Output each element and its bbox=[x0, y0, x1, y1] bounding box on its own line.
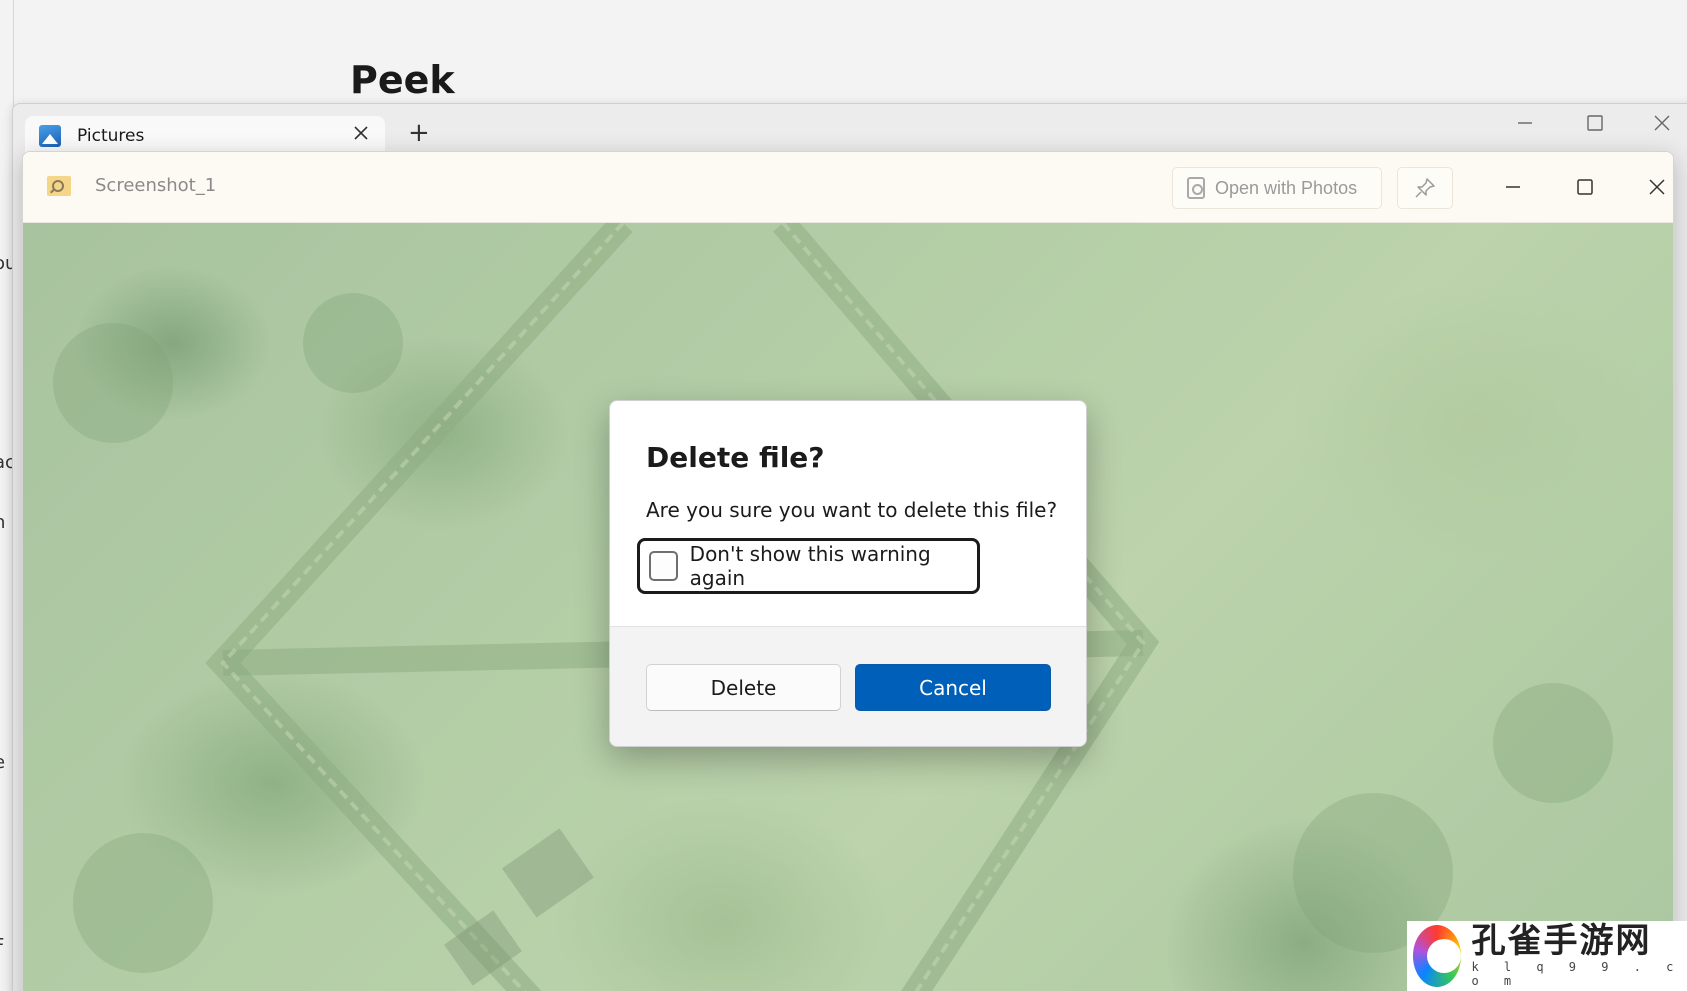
close-icon[interactable] bbox=[353, 125, 369, 146]
watermark-title: 孔雀手游网 bbox=[1471, 921, 1652, 962]
delete-file-dialog: Delete file? Are you sure you want to de… bbox=[609, 400, 1087, 747]
minimize-icon[interactable] bbox=[1516, 114, 1534, 137]
cancel-button[interactable]: Cancel bbox=[855, 664, 1051, 711]
dialog-title: Delete file? bbox=[646, 441, 825, 474]
checkbox-box[interactable] bbox=[649, 551, 678, 581]
maximize-icon[interactable] bbox=[1586, 114, 1604, 137]
watermark: 孔雀手游网 k l q 9 9 . c o m bbox=[1407, 921, 1687, 991]
tab-pictures[interactable]: Pictures bbox=[25, 116, 385, 156]
delete-button[interactable]: Delete bbox=[646, 664, 841, 711]
watermark-subtitle: k l q 9 9 . c o m bbox=[1471, 959, 1683, 988]
checkbox-label: Don't show this warning again bbox=[689, 542, 931, 590]
open-with-photos-label: Open with Photos bbox=[1215, 177, 1358, 198]
dialog-footer: Delete Cancel bbox=[610, 626, 1086, 746]
tab-label: Pictures bbox=[77, 126, 145, 146]
pin-button[interactable] bbox=[1397, 167, 1453, 209]
background-text-fragment: F bbox=[0, 935, 4, 956]
watermark-logo-icon bbox=[1413, 925, 1462, 987]
peek-titlebar: Screenshot_1 Open with Photos bbox=[23, 152, 1673, 223]
background-text-fragment: - bbox=[0, 565, 1, 586]
new-tab-button[interactable]: + bbox=[408, 120, 430, 146]
peek-app-icon bbox=[47, 176, 71, 196]
dont-show-again-checkbox[interactable]: Don't show this warning again bbox=[637, 538, 980, 594]
background-text-fragment: n bbox=[0, 512, 5, 533]
dialog-message: Are you sure you want to delete this fil… bbox=[646, 498, 1058, 522]
maximize-icon[interactable] bbox=[1563, 169, 1607, 205]
pin-icon bbox=[1415, 178, 1435, 198]
photos-app-icon bbox=[1187, 177, 1205, 199]
close-icon[interactable] bbox=[1635, 169, 1673, 205]
close-icon[interactable] bbox=[1653, 114, 1671, 137]
open-with-photos-button[interactable]: Open with Photos bbox=[1172, 167, 1382, 209]
background-text-fragment: e bbox=[0, 752, 5, 773]
minimize-icon[interactable] bbox=[1491, 169, 1535, 205]
background-page-title: Peek bbox=[350, 58, 455, 102]
image-icon bbox=[39, 125, 61, 147]
peek-filename: Screenshot_1 bbox=[95, 175, 217, 196]
